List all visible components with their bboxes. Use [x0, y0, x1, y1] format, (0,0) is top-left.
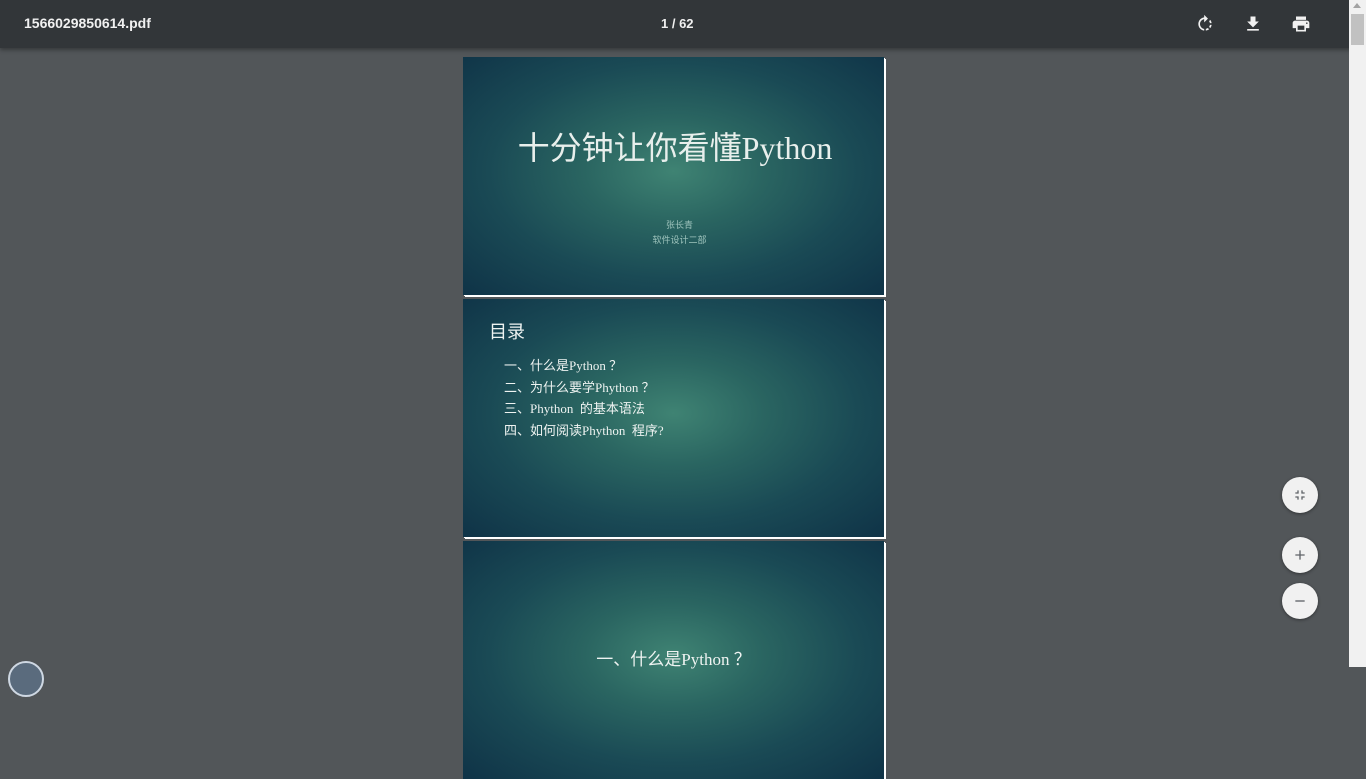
- download-button[interactable]: [1239, 10, 1267, 38]
- slide-title: 十分钟让你看懂Python: [517, 130, 833, 166]
- zoom-in-icon: [1295, 550, 1305, 560]
- scroll-up-arrow-icon[interactable]: [1353, 3, 1361, 8]
- fit-to-page-button[interactable]: [1282, 477, 1318, 513]
- print-button[interactable]: [1287, 10, 1315, 38]
- zoom-in-button[interactable]: [1282, 537, 1318, 573]
- vertical-scrollbar[interactable]: [1349, 0, 1366, 667]
- toc-title: 目录: [489, 322, 525, 342]
- pdf-toolbar: 1566029850614.pdf 1 / 62: [0, 0, 1366, 48]
- slide-department: 软件设计二部: [652, 235, 707, 245]
- file-title: 1566029850614.pdf: [24, 15, 151, 31]
- rotate-icon: [1198, 14, 1212, 31]
- section-title: 一、什么是Python ？: [596, 650, 751, 669]
- pdf-page-1: 十分钟让你看懂Python 张长青 软件设计二部: [463, 57, 884, 295]
- print-icon: [1292, 16, 1310, 32]
- zoom-out-icon: [1295, 600, 1305, 602]
- toc-item: 三、Phython 的基本语法: [504, 401, 645, 416]
- pdf-page-2: 目录 一、什么是Python ？ 二、为什么要学Phython ？ 三、Phyt…: [463, 299, 884, 537]
- scrollbar-thumb[interactable]: [1351, 14, 1364, 45]
- corner-avatar[interactable]: [8, 661, 44, 697]
- page-indicator[interactable]: 1 / 62: [661, 16, 694, 31]
- slide-author: 张长青: [665, 220, 693, 230]
- pdf-page-3: 一、什么是Python ？: [463, 541, 884, 779]
- fit-to-page-icon: [1295, 490, 1305, 500]
- toc-item: 四、如何阅读Phython 程序?: [504, 422, 664, 438]
- toc-item: 二、为什么要学Phython ？: [504, 379, 655, 395]
- toc-list: 一、什么是Python ？ 二、为什么要学Phython ？ 三、Phython…: [504, 355, 664, 441]
- zoom-out-button[interactable]: [1282, 583, 1318, 619]
- rotate-button[interactable]: [1191, 10, 1219, 38]
- toc-item: 一、什么是Python ？: [504, 358, 623, 373]
- download-icon: [1247, 16, 1259, 31]
